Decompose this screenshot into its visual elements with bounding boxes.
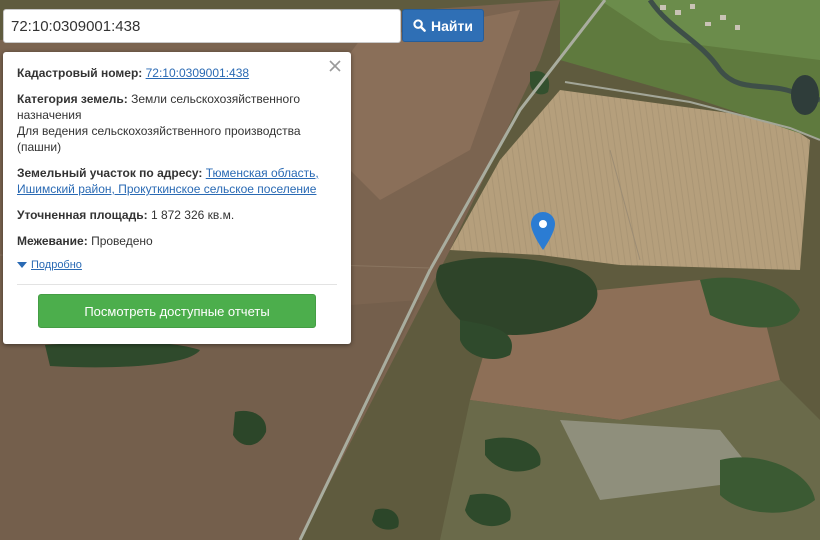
cadastral-number-row: Кадастровый номер: 72:10:0309001:438 xyxy=(17,65,337,81)
parcel-info-popup: Кадастровый номер: 72:10:0309001:438 Кат… xyxy=(3,52,351,344)
view-reports-button[interactable]: Посмотреть доступные отчеты xyxy=(38,294,316,328)
popup-divider xyxy=(17,284,337,285)
area-value: 1 872 326 кв.м. xyxy=(150,208,235,222)
survey-value: Проведено xyxy=(91,234,153,248)
map-pin-icon[interactable] xyxy=(531,212,555,250)
caret-down-icon xyxy=(17,262,27,268)
land-usage-value: Для ведения сельскохозяйственного произв… xyxy=(17,124,301,154)
search-button-label: Найти xyxy=(431,17,473,34)
details-toggle[interactable]: Подробно xyxy=(17,257,337,273)
cadastral-number-label: Кадастровый номер: xyxy=(17,66,143,80)
search-button[interactable]: Найти xyxy=(402,9,484,42)
area-label: Уточненная площадь: xyxy=(17,208,148,222)
details-link[interactable]: Подробно xyxy=(31,257,82,273)
close-icon[interactable] xyxy=(327,58,343,74)
address-row: Земельный участок по адресу: Тюменская о… xyxy=(17,165,337,197)
search-icon xyxy=(413,19,426,32)
area-row: Уточненная площадь: 1 872 326 кв.м. xyxy=(17,207,337,223)
land-category-label: Категория земель: xyxy=(17,92,128,106)
survey-row: Межевание: Проведено xyxy=(17,233,337,249)
cadastral-number-link[interactable]: 72:10:0309001:438 xyxy=(146,66,249,80)
address-label: Земельный участок по адресу: xyxy=(17,166,203,180)
survey-label: Межевание: xyxy=(17,234,88,248)
land-category-row: Категория земель: Земли сельскохозяйстве… xyxy=(17,91,337,155)
search-input[interactable] xyxy=(3,9,401,43)
